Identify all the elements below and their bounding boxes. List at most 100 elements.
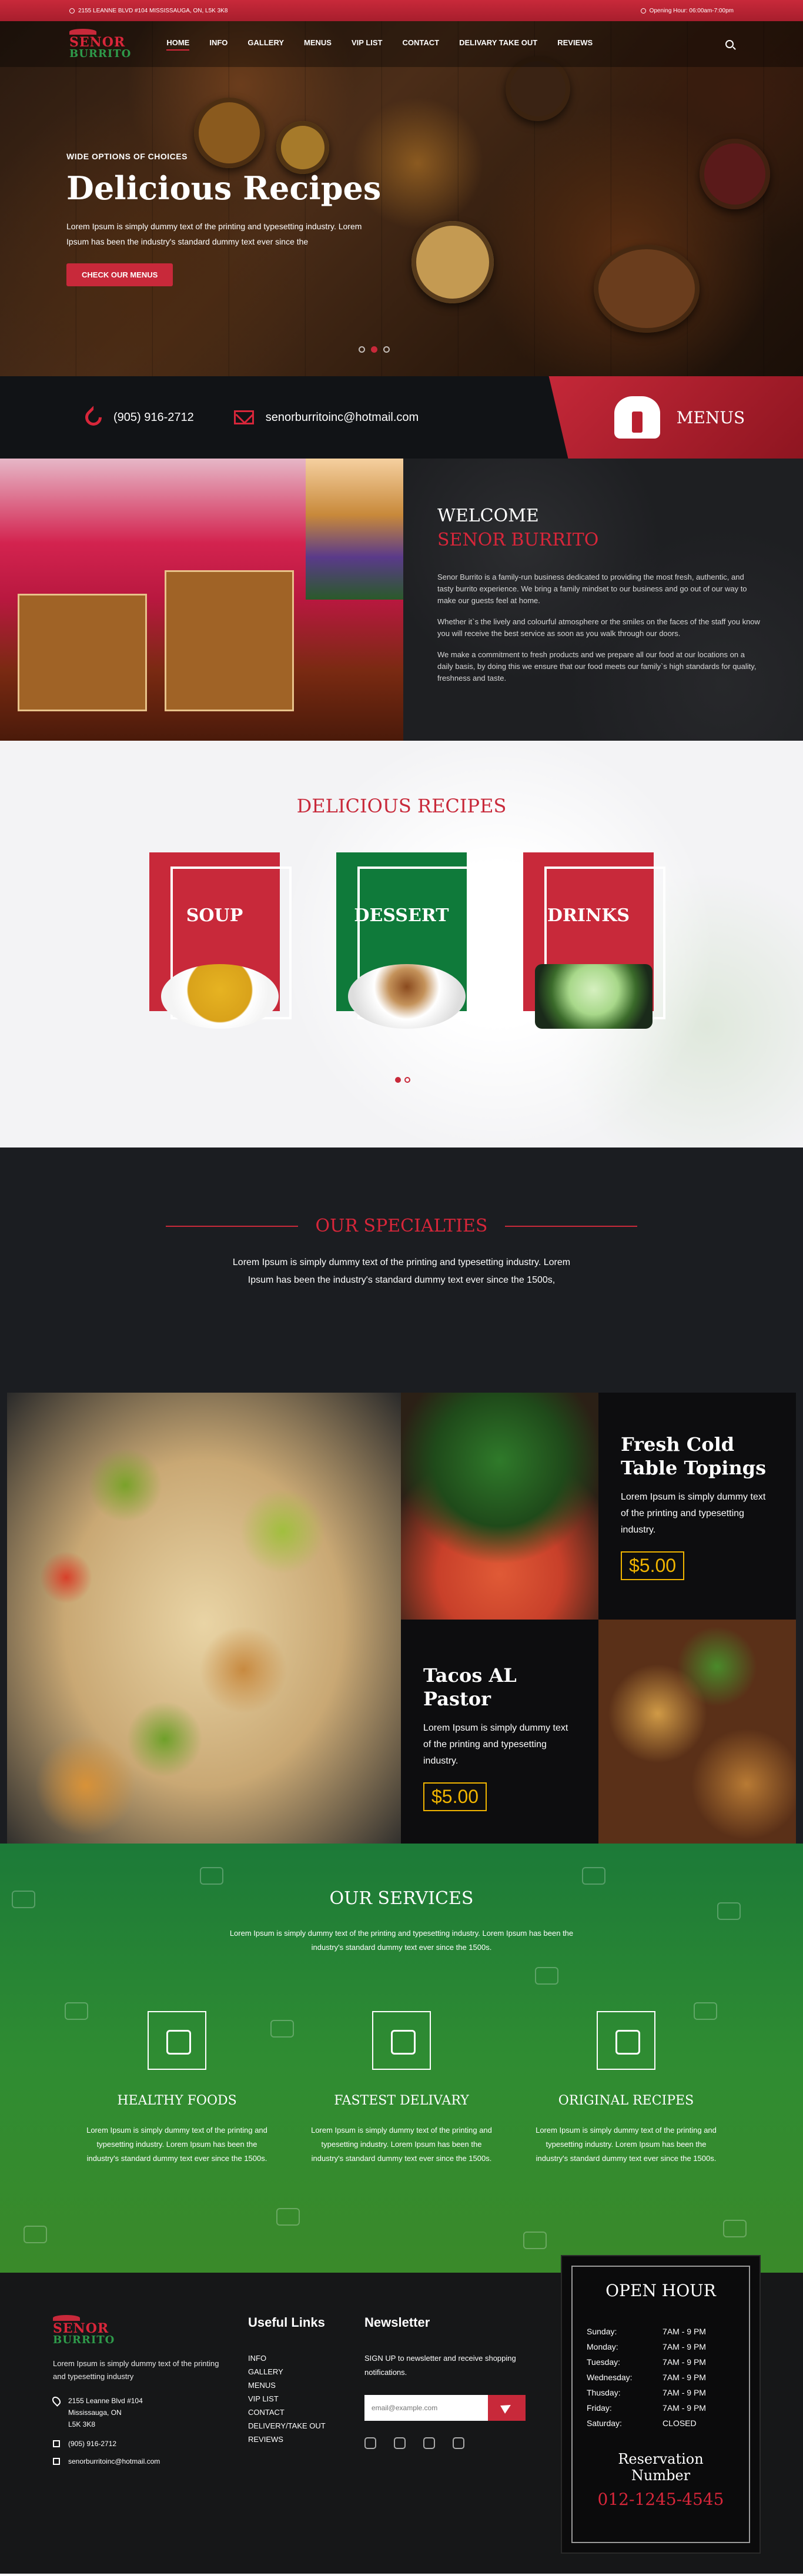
email-contact[interactable]: senorburritoinc@hotmail.com	[233, 410, 419, 424]
nav-vip-list[interactable]: VIP LIST	[352, 38, 383, 51]
service-text: Lorem Ipsum is simply dummy text of the …	[311, 2126, 492, 2163]
welcome-paragraph: Whether it`s the lively and colourful at…	[437, 617, 760, 638]
footer-link-delivery[interactable]: DELIVERY/TAKE OUT	[248, 2419, 326, 2433]
specialty-title: Fresh Cold Table Topings	[621, 1433, 767, 1479]
location-pin-icon	[51, 2395, 62, 2407]
utensils-icon	[535, 1967, 558, 1985]
twitter-icon[interactable]	[364, 2437, 376, 2449]
welcome-subtitle: SENOR BURRITO	[437, 530, 599, 550]
nav-reviews[interactable]: REVIEWS	[557, 38, 593, 51]
service-title: HEALTHY FOODS	[117, 2093, 237, 2108]
social-links	[364, 2437, 541, 2449]
nav-contact[interactable]: CONTACT	[402, 38, 439, 51]
site-logo[interactable]: SENOR BURRITO	[69, 29, 131, 59]
newsletter-title: Newsletter	[364, 2315, 430, 2330]
footer: SENOR BURRITO Lorem Ipsum is simply dumm…	[0, 2255, 803, 2574]
nav-home[interactable]: HOME	[166, 38, 190, 51]
recipe-book-icon	[597, 2011, 655, 2070]
slider-dot[interactable]	[395, 1077, 401, 1083]
menu-card-icon	[582, 1867, 605, 1885]
divider	[165, 1225, 298, 1227]
mail-icon	[233, 410, 254, 424]
hero-banner: SENOR BURRITO HOME INFO GALLERY MENUS VI…	[0, 21, 803, 376]
services-section: OUR SERVICES Lorem Ipsum is simply dummy…	[0, 1844, 803, 2273]
service-fastest-delivery: FASTEST DELIVARY Lorem Ipsum is simply d…	[307, 2011, 496, 2166]
open-hours-title: OPEN HOUR	[605, 2281, 716, 2300]
mail-icon	[53, 2458, 60, 2465]
soup-bowl-image	[161, 964, 279, 1029]
footer-link-info[interactable]: INFO	[248, 2351, 326, 2365]
footer-logo[interactable]: SENOR BURRITO	[53, 2315, 223, 2346]
welcome-section: WELCOME SENOR BURRITO Senor Burrito is a…	[0, 459, 803, 741]
food-tray-icon	[12, 1891, 35, 1908]
recipe-card-soup[interactable]: SOUP	[149, 852, 292, 1029]
footer-link-gallery[interactable]: GALLERY	[248, 2365, 326, 2378]
delivery-truck-icon	[372, 2011, 431, 2070]
hours-table: Sunday: 7AM - 9 PM Monday: 7AM - 9 PM Tues…	[587, 2324, 735, 2431]
specialty-card[interactable]: Tacos AL Pastor Lorem Ipsum is simply du…	[401, 1620, 598, 1855]
footer-links: Useful Links INFO GALLERY MENUS VIP LIST…	[248, 2315, 326, 2446]
footer-link-reviews[interactable]: REVIEWS	[248, 2433, 326, 2446]
drinks-glass-image	[535, 964, 653, 1029]
wine-glass	[700, 139, 770, 209]
service-original-recipes: ORIGINAL RECIPES Lorem Ipsum is simply d…	[532, 2011, 720, 2166]
service-title: FASTEST DELIVARY	[334, 2093, 469, 2108]
linkedin-icon[interactable]	[423, 2437, 435, 2449]
hero-content: WIDE OPTIONS OF CHOICES Delicious Recipe…	[66, 152, 381, 286]
newsletter-email-input[interactable]	[364, 2395, 488, 2421]
specialties-title: OUR SPECIALTIES	[315, 1216, 488, 1236]
services-lead: Lorem Ipsum is simply dummy text of the …	[229, 1929, 574, 1952]
recipe-card-dessert[interactable]: DESSERT	[336, 852, 479, 1029]
menus-label: MENUS	[676, 407, 745, 427]
salad-icon	[523, 2232, 547, 2249]
welcome-text: WELCOME SENOR BURRITO Senor Burrito is a…	[403, 459, 803, 741]
contact-strip: (905) 916-2712 senorburritoinc@hotmail.c…	[0, 376, 803, 459]
salad-icon	[694, 2002, 717, 2020]
nav-menu: HOME INFO GALLERY MENUS VIP LIST CONTACT…	[166, 38, 593, 51]
nav-menus[interactable]: MENUS	[304, 38, 332, 51]
newsletter-submit-button[interactable]	[488, 2395, 526, 2421]
phone-icon	[82, 406, 105, 429]
specialty-card[interactable]: Fresh Cold Table Topings Lorem Ipsum is …	[598, 1393, 796, 1620]
opening-hours: Opening Hour: 06:00am-7:00pm	[640, 8, 734, 14]
welcome-paragraph: Senor Burrito is a family-run business d…	[437, 573, 747, 605]
clock-icon	[640, 8, 646, 14]
footer-phone[interactable]: (905) 916-2712	[53, 2440, 223, 2448]
instagram-icon[interactable]	[394, 2437, 406, 2449]
food-tray-icon	[723, 2220, 747, 2237]
nav-delivery[interactable]: DELIVARY TAKE OUT	[459, 38, 537, 51]
pinterest-icon[interactable]	[453, 2437, 464, 2449]
hours-row: Tuesday: 7AM - 9 PM	[587, 2357, 706, 2367]
food-tray-icon	[24, 2226, 47, 2243]
slider-dot[interactable]	[359, 346, 365, 353]
recipe-slider-dots	[395, 1077, 410, 1083]
top-bar: 2155 LEANNE BLVD #104 MISSISSAUGA, ON, L…	[0, 0, 803, 21]
nav-info[interactable]: INFO	[209, 38, 227, 51]
reservation-number[interactable]: 012-1245-4545	[587, 2490, 735, 2509]
hours-row: Monday: 7AM - 9 PM	[587, 2342, 706, 2351]
slider-dot[interactable]	[383, 346, 390, 353]
menus-button[interactable]: MENUS	[548, 376, 803, 459]
footer-email[interactable]: senorburritoinc@hotmail.com	[53, 2457, 223, 2465]
sombrero-icon	[53, 2315, 80, 2321]
cake-plate-image	[348, 964, 466, 1029]
check-menus-button[interactable]: CHECK OUR MENUS	[66, 263, 173, 286]
nav-gallery[interactable]: GALLERY	[247, 38, 284, 51]
menu-card-icon	[270, 2020, 294, 2038]
hours-row: Thusday: 7AM - 9 PM	[587, 2388, 706, 2397]
footer-link-contact[interactable]: CONTACT	[248, 2406, 326, 2419]
phone-contact[interactable]: (905) 916-2712	[82, 406, 194, 429]
footer-about-text: Lorem Ipsum is simply dummy text of the …	[53, 2359, 219, 2381]
service-text: Lorem Ipsum is simply dummy text of the …	[536, 2126, 717, 2163]
send-icon	[500, 2400, 513, 2414]
specialties-lead: Lorem Ipsum is simply dummy text of the …	[232, 1257, 571, 1285]
recipe-card-drinks[interactable]: DRINKS	[523, 852, 665, 1029]
footer-link-menus[interactable]: MENUS	[248, 2378, 326, 2392]
footer-link-vip-list[interactable]: VIP LIST	[248, 2392, 326, 2406]
specialty-price: $5.00	[423, 1782, 487, 1811]
hero-text: Lorem Ipsum is simply dummy text of the …	[66, 222, 362, 246]
restaurant-interior-image	[0, 459, 403, 741]
slider-dot[interactable]	[371, 346, 377, 353]
search-icon[interactable]	[725, 40, 734, 48]
slider-dot[interactable]	[404, 1077, 410, 1083]
